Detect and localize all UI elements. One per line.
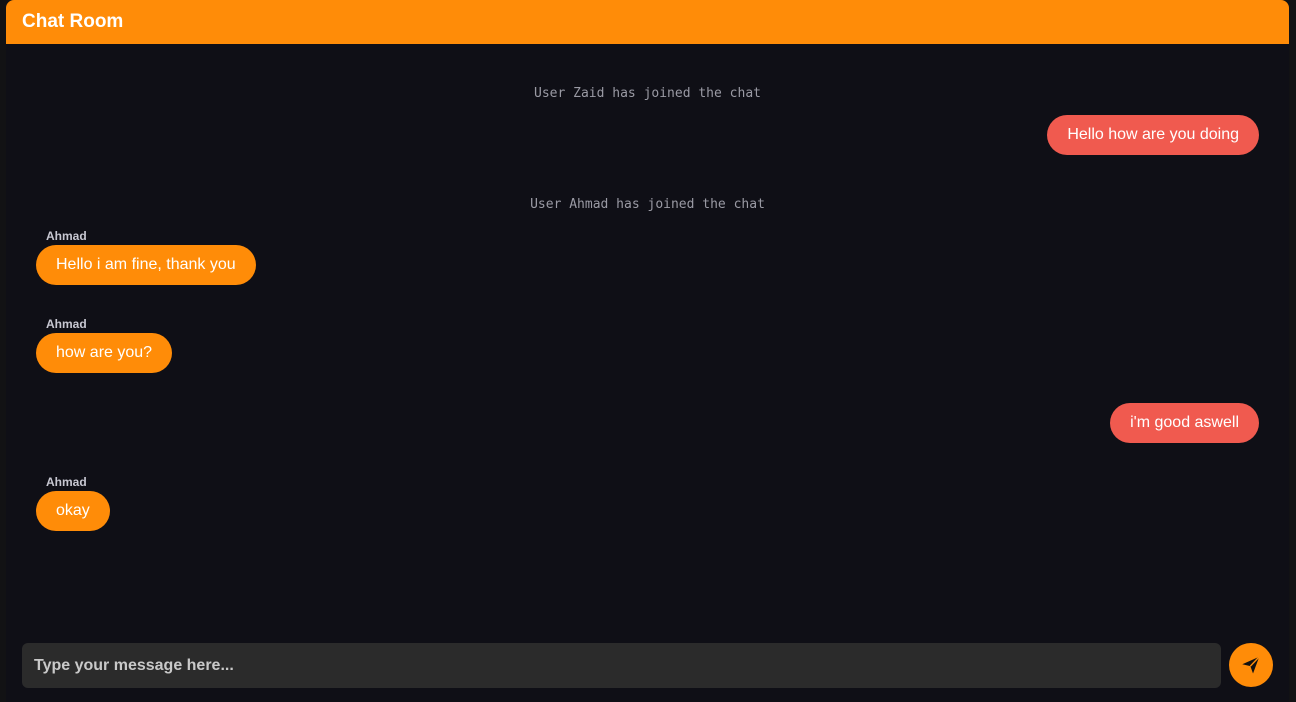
chat-header: Chat Room	[6, 0, 1289, 44]
incoming-message-bubble: Hello i am fine, thank you	[36, 245, 256, 285]
incoming-message-bubble: okay	[36, 491, 110, 531]
system-message: User Zaid has joined the chat	[534, 86, 761, 101]
chat-title: Chat Room	[22, 11, 124, 32]
message-sender: Ahmad	[46, 317, 87, 331]
send-button[interactable]	[1229, 643, 1273, 687]
chat-window: Chat Room User Zaid has joined the chat …	[6, 0, 1289, 702]
message-input[interactable]	[22, 643, 1221, 688]
outgoing-message-bubble: i'm good aswell	[1110, 403, 1259, 443]
outgoing-message-bubble: Hello how are you doing	[1047, 115, 1259, 155]
incoming-message-bubble: how are you?	[36, 333, 173, 373]
message-sender: Ahmad	[46, 229, 87, 243]
system-message: User Ahmad has joined the chat	[530, 197, 765, 212]
send-icon	[1242, 656, 1260, 674]
message-list[interactable]: User Zaid has joined the chat Hello how …	[6, 44, 1289, 634]
message-sender: Ahmad	[46, 475, 87, 489]
